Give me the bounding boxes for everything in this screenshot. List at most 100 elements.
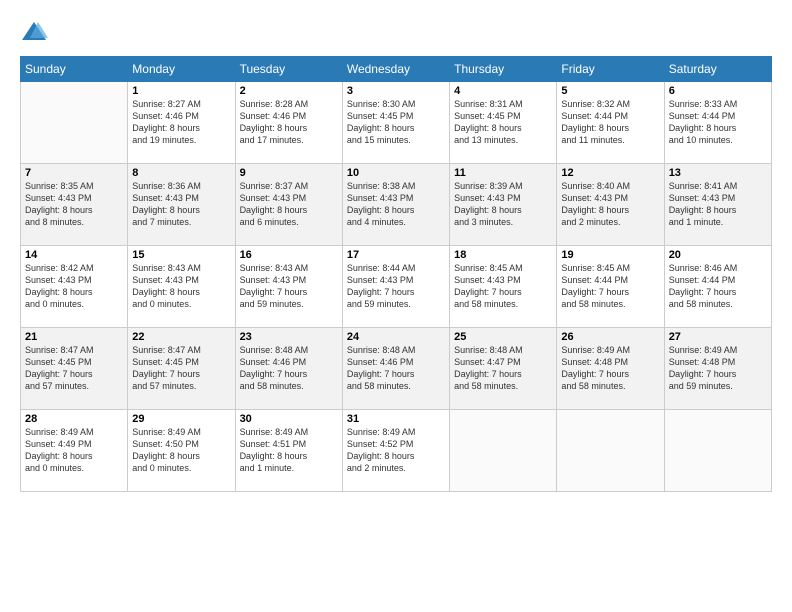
day-number: 5: [561, 85, 659, 97]
day-info: Sunrise: 8:49 AM Sunset: 4:49 PM Dayligh…: [25, 426, 123, 475]
calendar-cell: 8Sunrise: 8:36 AM Sunset: 4:43 PM Daylig…: [128, 164, 235, 246]
calendar-cell: 31Sunrise: 8:49 AM Sunset: 4:52 PM Dayli…: [342, 410, 449, 492]
calendar-cell: 30Sunrise: 8:49 AM Sunset: 4:51 PM Dayli…: [235, 410, 342, 492]
weekday-header: Sunday: [21, 57, 128, 82]
day-info: Sunrise: 8:40 AM Sunset: 4:43 PM Dayligh…: [561, 180, 659, 229]
day-info: Sunrise: 8:41 AM Sunset: 4:43 PM Dayligh…: [669, 180, 767, 229]
calendar-cell: 24Sunrise: 8:48 AM Sunset: 4:46 PM Dayli…: [342, 328, 449, 410]
day-info: Sunrise: 8:39 AM Sunset: 4:43 PM Dayligh…: [454, 180, 552, 229]
day-info: Sunrise: 8:48 AM Sunset: 4:46 PM Dayligh…: [347, 344, 445, 393]
day-info: Sunrise: 8:49 AM Sunset: 4:48 PM Dayligh…: [561, 344, 659, 393]
day-number: 8: [132, 167, 230, 179]
day-number: 7: [25, 167, 123, 179]
day-number: 3: [347, 85, 445, 97]
calendar-week-row: 14Sunrise: 8:42 AM Sunset: 4:43 PM Dayli…: [21, 246, 772, 328]
weekday-header: Monday: [128, 57, 235, 82]
calendar-cell: [21, 82, 128, 164]
day-info: Sunrise: 8:27 AM Sunset: 4:46 PM Dayligh…: [132, 98, 230, 147]
day-number: 22: [132, 331, 230, 343]
day-number: 6: [669, 85, 767, 97]
weekday-header: Friday: [557, 57, 664, 82]
day-number: 29: [132, 413, 230, 425]
day-info: Sunrise: 8:49 AM Sunset: 4:48 PM Dayligh…: [669, 344, 767, 393]
calendar-cell: 9Sunrise: 8:37 AM Sunset: 4:43 PM Daylig…: [235, 164, 342, 246]
calendar-cell: [450, 410, 557, 492]
calendar-cell: 22Sunrise: 8:47 AM Sunset: 4:45 PM Dayli…: [128, 328, 235, 410]
day-info: Sunrise: 8:44 AM Sunset: 4:43 PM Dayligh…: [347, 262, 445, 311]
calendar-cell: 15Sunrise: 8:43 AM Sunset: 4:43 PM Dayli…: [128, 246, 235, 328]
day-info: Sunrise: 8:43 AM Sunset: 4:43 PM Dayligh…: [240, 262, 338, 311]
day-info: Sunrise: 8:28 AM Sunset: 4:46 PM Dayligh…: [240, 98, 338, 147]
day-number: 19: [561, 249, 659, 261]
calendar-cell: 14Sunrise: 8:42 AM Sunset: 4:43 PM Dayli…: [21, 246, 128, 328]
day-info: Sunrise: 8:37 AM Sunset: 4:43 PM Dayligh…: [240, 180, 338, 229]
calendar-cell: 19Sunrise: 8:45 AM Sunset: 4:44 PM Dayli…: [557, 246, 664, 328]
calendar-cell: 7Sunrise: 8:35 AM Sunset: 4:43 PM Daylig…: [21, 164, 128, 246]
day-info: Sunrise: 8:47 AM Sunset: 4:45 PM Dayligh…: [132, 344, 230, 393]
calendar-cell: 25Sunrise: 8:48 AM Sunset: 4:47 PM Dayli…: [450, 328, 557, 410]
day-number: 21: [25, 331, 123, 343]
day-info: Sunrise: 8:49 AM Sunset: 4:50 PM Dayligh…: [132, 426, 230, 475]
day-number: 20: [669, 249, 767, 261]
calendar-cell: 27Sunrise: 8:49 AM Sunset: 4:48 PM Dayli…: [664, 328, 771, 410]
calendar-cell: 29Sunrise: 8:49 AM Sunset: 4:50 PM Dayli…: [128, 410, 235, 492]
day-info: Sunrise: 8:48 AM Sunset: 4:46 PM Dayligh…: [240, 344, 338, 393]
day-number: 28: [25, 413, 123, 425]
calendar-cell: 11Sunrise: 8:39 AM Sunset: 4:43 PM Dayli…: [450, 164, 557, 246]
calendar-week-row: 21Sunrise: 8:47 AM Sunset: 4:45 PM Dayli…: [21, 328, 772, 410]
day-number: 4: [454, 85, 552, 97]
page: SundayMondayTuesdayWednesdayThursdayFrid…: [0, 0, 792, 612]
header: [20, 18, 772, 46]
calendar-week-row: 7Sunrise: 8:35 AM Sunset: 4:43 PM Daylig…: [21, 164, 772, 246]
day-number: 10: [347, 167, 445, 179]
calendar-cell: 5Sunrise: 8:32 AM Sunset: 4:44 PM Daylig…: [557, 82, 664, 164]
weekday-header: Saturday: [664, 57, 771, 82]
day-info: Sunrise: 8:38 AM Sunset: 4:43 PM Dayligh…: [347, 180, 445, 229]
day-info: Sunrise: 8:43 AM Sunset: 4:43 PM Dayligh…: [132, 262, 230, 311]
day-number: 23: [240, 331, 338, 343]
calendar-cell: 18Sunrise: 8:45 AM Sunset: 4:43 PM Dayli…: [450, 246, 557, 328]
calendar-cell: 21Sunrise: 8:47 AM Sunset: 4:45 PM Dayli…: [21, 328, 128, 410]
day-number: 17: [347, 249, 445, 261]
day-number: 1: [132, 85, 230, 97]
calendar-cell: 10Sunrise: 8:38 AM Sunset: 4:43 PM Dayli…: [342, 164, 449, 246]
day-info: Sunrise: 8:32 AM Sunset: 4:44 PM Dayligh…: [561, 98, 659, 147]
calendar-cell: 4Sunrise: 8:31 AM Sunset: 4:45 PM Daylig…: [450, 82, 557, 164]
calendar-cell: 28Sunrise: 8:49 AM Sunset: 4:49 PM Dayli…: [21, 410, 128, 492]
day-info: Sunrise: 8:35 AM Sunset: 4:43 PM Dayligh…: [25, 180, 123, 229]
calendar-week-row: 28Sunrise: 8:49 AM Sunset: 4:49 PM Dayli…: [21, 410, 772, 492]
calendar-table: SundayMondayTuesdayWednesdayThursdayFrid…: [20, 56, 772, 492]
day-number: 27: [669, 331, 767, 343]
calendar-cell: 20Sunrise: 8:46 AM Sunset: 4:44 PM Dayli…: [664, 246, 771, 328]
day-info: Sunrise: 8:46 AM Sunset: 4:44 PM Dayligh…: [669, 262, 767, 311]
calendar-cell: [664, 410, 771, 492]
calendar-cell: 3Sunrise: 8:30 AM Sunset: 4:45 PM Daylig…: [342, 82, 449, 164]
day-info: Sunrise: 8:30 AM Sunset: 4:45 PM Dayligh…: [347, 98, 445, 147]
day-info: Sunrise: 8:33 AM Sunset: 4:44 PM Dayligh…: [669, 98, 767, 147]
calendar-cell: 16Sunrise: 8:43 AM Sunset: 4:43 PM Dayli…: [235, 246, 342, 328]
calendar-cell: 13Sunrise: 8:41 AM Sunset: 4:43 PM Dayli…: [664, 164, 771, 246]
day-number: 24: [347, 331, 445, 343]
day-number: 11: [454, 167, 552, 179]
logo-icon: [20, 18, 48, 46]
day-info: Sunrise: 8:42 AM Sunset: 4:43 PM Dayligh…: [25, 262, 123, 311]
calendar-week-row: 1Sunrise: 8:27 AM Sunset: 4:46 PM Daylig…: [21, 82, 772, 164]
day-number: 30: [240, 413, 338, 425]
day-info: Sunrise: 8:48 AM Sunset: 4:47 PM Dayligh…: [454, 344, 552, 393]
day-number: 13: [669, 167, 767, 179]
day-number: 18: [454, 249, 552, 261]
weekday-header: Thursday: [450, 57, 557, 82]
calendar-cell: 1Sunrise: 8:27 AM Sunset: 4:46 PM Daylig…: [128, 82, 235, 164]
calendar-cell: [557, 410, 664, 492]
calendar-cell: 23Sunrise: 8:48 AM Sunset: 4:46 PM Dayli…: [235, 328, 342, 410]
day-number: 12: [561, 167, 659, 179]
weekday-header: Tuesday: [235, 57, 342, 82]
day-number: 25: [454, 331, 552, 343]
day-info: Sunrise: 8:49 AM Sunset: 4:51 PM Dayligh…: [240, 426, 338, 475]
day-info: Sunrise: 8:47 AM Sunset: 4:45 PM Dayligh…: [25, 344, 123, 393]
calendar-header-row: SundayMondayTuesdayWednesdayThursdayFrid…: [21, 57, 772, 82]
calendar-cell: 17Sunrise: 8:44 AM Sunset: 4:43 PM Dayli…: [342, 246, 449, 328]
calendar-cell: 6Sunrise: 8:33 AM Sunset: 4:44 PM Daylig…: [664, 82, 771, 164]
day-number: 2: [240, 85, 338, 97]
day-number: 26: [561, 331, 659, 343]
